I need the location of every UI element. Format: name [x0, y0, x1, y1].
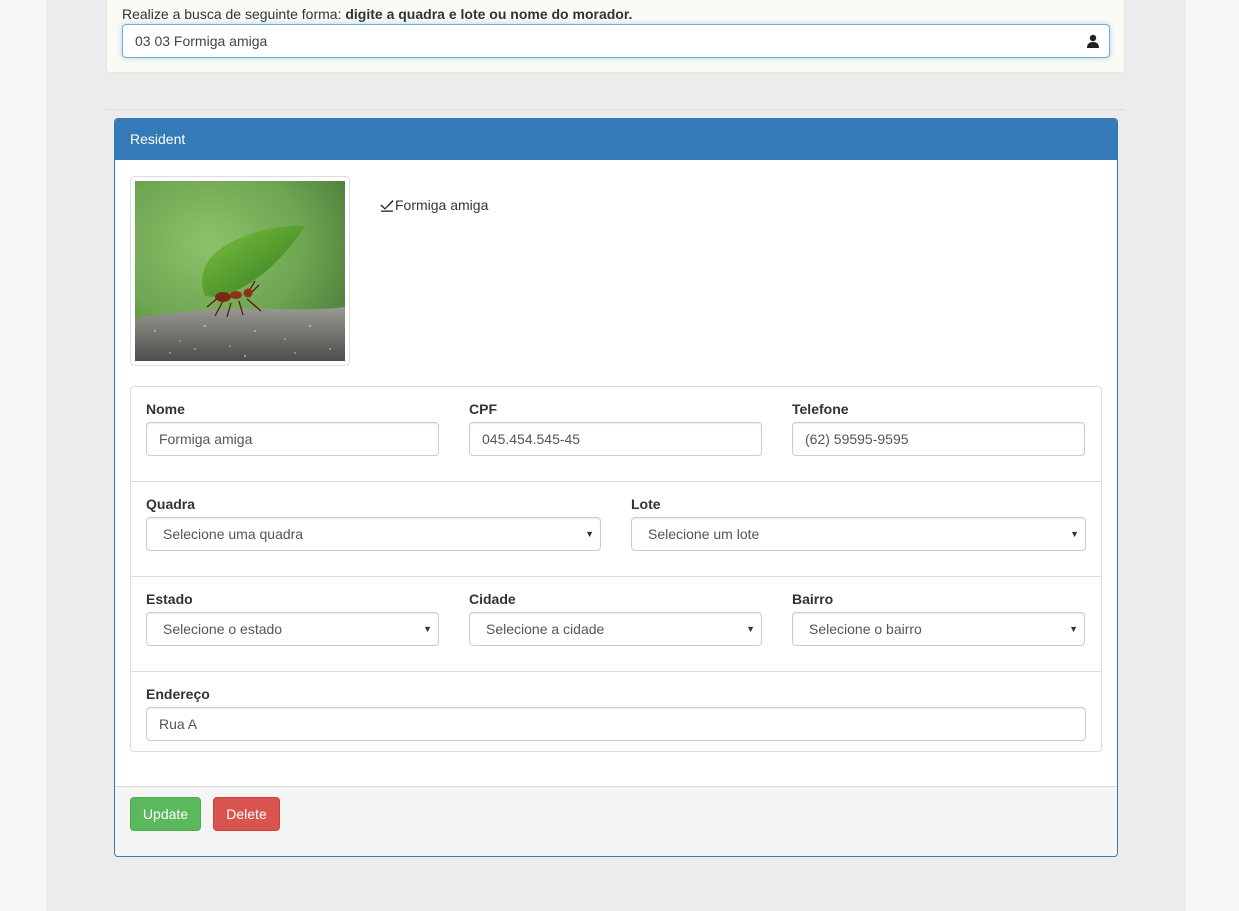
resident-photo — [135, 181, 345, 361]
resident-name: Formiga amiga — [380, 197, 488, 213]
resident-form: Nome CPF Telefone Quadra Selecione uma q… — [130, 386, 1102, 752]
form-row-lot: Quadra Selecione uma quadra ▼ Lote Selec… — [131, 482, 1101, 577]
lote-selected: Selecione um lote — [648, 526, 760, 542]
lote-select[interactable]: Selecione um lote ▼ — [631, 517, 1086, 551]
panel-footer: Update Delete — [115, 786, 1117, 856]
field-bairro: Bairro Selecione o bairro ▼ — [792, 589, 1085, 646]
field-quadra: Quadra Selecione uma quadra ▼ — [146, 494, 601, 551]
cpf-label: CPF — [469, 401, 497, 417]
resident-panel: Resident Formiga amiga Nome Formiga amig… — [114, 118, 1118, 857]
bairro-select[interactable]: Selecione o bairro ▼ — [792, 612, 1085, 646]
nome-label: Nome — [146, 401, 185, 417]
field-telefone: Telefone — [792, 399, 1085, 456]
resident-photo-frame — [130, 176, 350, 366]
panel-title: Resident — [115, 119, 1117, 160]
search-hint-text: Realize a busca de seguinte forma: — [122, 6, 342, 22]
lote-label: Lote — [631, 496, 661, 512]
check-icon — [380, 199, 394, 212]
estado-selected: Selecione o estado — [163, 621, 283, 637]
chevron-down-icon: ▼ — [746, 624, 755, 634]
search-input[interactable] — [123, 25, 1097, 57]
cidade-selected: Selecione a cidade — [486, 621, 605, 637]
field-cpf: CPF — [469, 399, 762, 456]
telefone-input[interactable] — [792, 422, 1085, 456]
estado-label: Estado — [146, 591, 193, 607]
user-icon — [1087, 34, 1099, 48]
quadra-label: Quadra — [146, 496, 196, 512]
cidade-select[interactable]: Selecione a cidade ▼ — [469, 612, 762, 646]
bairro-label: Bairro — [792, 591, 834, 607]
form-row-identity: Nome CPF Telefone — [131, 387, 1101, 482]
estado-select[interactable]: Selecione o estado ▼ — [146, 612, 439, 646]
cpf-input[interactable] — [469, 422, 762, 456]
field-nome: Nome — [146, 399, 439, 456]
telefone-label: Telefone — [792, 401, 849, 417]
search-box — [122, 24, 1110, 58]
field-estado: Estado Selecione o estado ▼ — [146, 589, 439, 646]
update-button[interactable]: Update — [130, 797, 201, 831]
quadra-selected: Selecione uma quadra — [163, 526, 304, 542]
search-panel: Realize a busca de seguinte forma: digit… — [106, 0, 1125, 73]
cidade-label: Cidade — [469, 591, 516, 607]
field-endereco: Endereço — [146, 684, 1086, 741]
chevron-down-icon: ▼ — [1070, 529, 1079, 539]
chevron-down-icon: ▼ — [1069, 624, 1078, 634]
resident-name-text: Formiga amiga — [395, 197, 489, 213]
search-hint: Realize a busca de seguinte forma: digit… — [122, 6, 632, 22]
delete-button[interactable]: Delete — [213, 797, 280, 831]
nome-input[interactable] — [146, 422, 439, 456]
search-hint-bold: digite a quadra e lote ou nome do morado… — [345, 6, 633, 22]
endereco-label: Endereço — [146, 686, 210, 702]
quadra-select[interactable]: Selecione uma quadra ▼ — [146, 517, 601, 551]
form-row-location: Estado Selecione o estado ▼ Cidade Selec… — [131, 577, 1101, 672]
form-row-address: Endereço — [131, 672, 1101, 752]
endereco-input[interactable] — [146, 707, 1086, 741]
field-cidade: Cidade Selecione a cidade ▼ — [469, 589, 762, 646]
page-container: Realize a busca de seguinte forma: digit… — [46, 0, 1186, 911]
chevron-down-icon: ▼ — [423, 624, 432, 634]
field-lote: Lote Selecione um lote ▼ — [631, 494, 1086, 551]
chevron-down-icon: ▼ — [585, 529, 594, 539]
section-divider — [106, 109, 1125, 110]
bairro-selected: Selecione o bairro — [809, 621, 922, 637]
